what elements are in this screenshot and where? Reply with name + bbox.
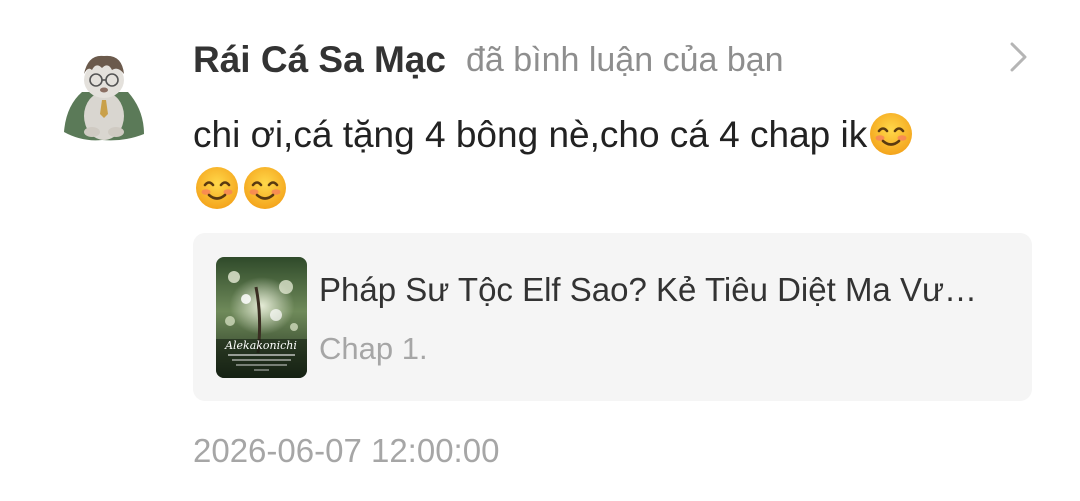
smiling-face-with-closed-eyes-icon [244,167,286,209]
user-avatar[interactable] [52,40,156,144]
comment-body: chi ơi,cá tặng 4 bông nè,cho cá 4 chap i… [193,108,1013,216]
smiling-face-with-closed-eyes-icon [196,167,238,209]
smiling-face-with-closed-eyes-icon [870,113,913,155]
story-cover-image: Alekakonichi [216,257,307,378]
story-title: Pháp Sư Tộc Elf Sao? Kẻ Tiêu Diệt Ma Vư… [319,271,978,308]
timestamp: 2026-06-07 12:00:00 [193,432,500,469]
username[interactable]: Rái Cá Sa Mạc [193,39,446,81]
notification-item[interactable]: Rái Cá Sa Mạc đã bình luận của bạn chi ơ… [0,0,1080,501]
chevron-right-icon[interactable] [1006,40,1032,74]
story-card[interactable]: Alekakonichi Pháp Sư Tộc Elf Sao? Kẻ Tiê… [193,233,1032,401]
comment-text: chi ơi,cá tặng 4 bông nè,cho cá 4 chap i… [193,114,868,155]
cover-signature: Alekakonichi [224,339,297,352]
chapter-label: Chap 1. [319,331,428,366]
action-text: đã bình luận của bạn [465,40,784,79]
notification-header: Rái Cá Sa Mạc đã bình luận của bạn [193,36,784,84]
